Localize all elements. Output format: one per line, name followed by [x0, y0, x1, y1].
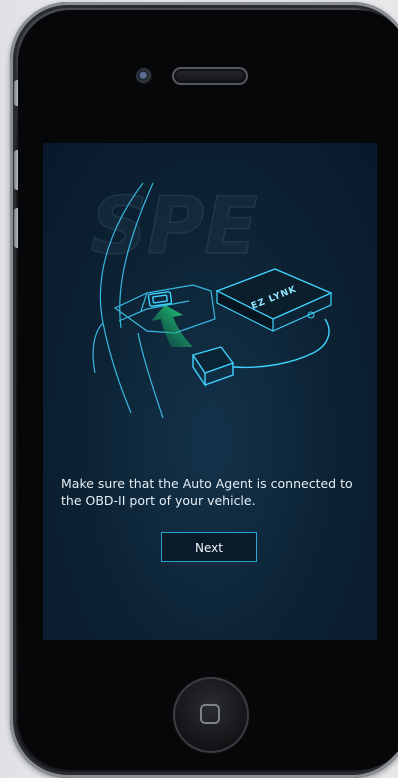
obd-port	[147, 291, 173, 307]
ez-lynk-device: EZ LYNK	[215, 268, 333, 332]
app-screen: SPE EZ LYNK Make sure that the Auto Agen…	[43, 143, 377, 640]
arrow-up-icon	[151, 305, 193, 347]
home-button-icon	[200, 704, 220, 724]
instruction-text: Make sure that the Auto Agent is connect…	[61, 476, 353, 508]
front-camera-icon	[136, 68, 152, 84]
obd-connector	[191, 318, 330, 388]
home-button[interactable]	[173, 677, 249, 753]
earpiece-icon	[172, 67, 248, 85]
obd-illustration: SPE EZ LYNK	[90, 181, 333, 419]
next-button[interactable]: Next	[161, 532, 257, 562]
screenshot-stage: SPE EZ LYNK Make sure that the Auto Agen…	[0, 0, 398, 778]
